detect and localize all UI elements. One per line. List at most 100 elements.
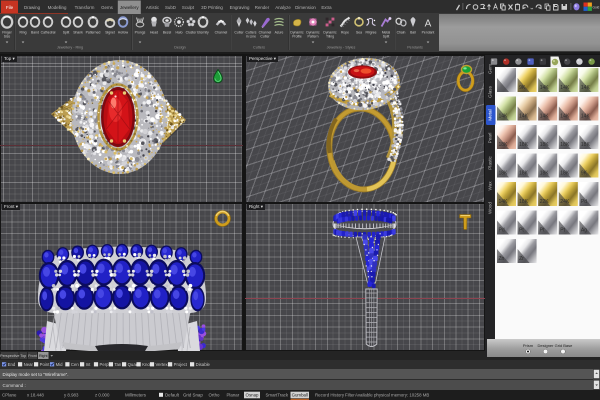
svg-text:Mid: Mid — [56, 362, 64, 367]
svg-text:Jewellery - Ring: Jewellery - Ring — [57, 46, 83, 50]
svg-text:Perp: Perp — [100, 362, 110, 367]
svg-text:14K: 14K — [499, 199, 509, 205]
svg-text:Analyze: Analyze — [275, 5, 291, 10]
svg-text:Patterned: Patterned — [86, 31, 101, 35]
svg-text:Vertex: Vertex — [156, 362, 169, 367]
svg-text:Gumball: Gumball — [292, 393, 308, 398]
svg-text:Chain: Chain — [397, 31, 406, 35]
svg-text:18K: 18K — [581, 142, 591, 148]
svg-text:Gold: Gold — [593, 6, 600, 10]
svg-text:9K: 9K — [581, 171, 588, 177]
svg-text:24K: 24K — [560, 199, 570, 205]
svg-text:Engraving: Engraving — [230, 5, 250, 10]
svg-text:Grid Base: Grid Base — [555, 343, 574, 348]
svg-text:CPlane: CPlane — [2, 393, 17, 398]
svg-text:SubD: SubD — [165, 5, 176, 10]
svg-text:Plastic: Plastic — [488, 156, 493, 170]
svg-text:z 0.000: z 0.000 — [95, 393, 110, 398]
svg-text:Dimension: Dimension — [295, 5, 316, 10]
svg-text:Jewellery - Styles: Jewellery - Styles — [327, 46, 356, 50]
svg-text:Gems: Gems — [101, 5, 114, 10]
svg-text:Design: Design — [174, 46, 185, 50]
svg-text:Extra: Extra — [321, 5, 332, 10]
svg-text:Front: Front — [28, 354, 37, 358]
svg-text:Cen: Cen — [71, 362, 79, 367]
svg-text:Cluster: Cluster — [186, 31, 198, 35]
svg-text:Prongs: Prongs — [135, 31, 146, 35]
svg-text:Glass: Glass — [488, 85, 493, 97]
svg-text:Split: Split — [63, 31, 70, 35]
svg-text:Bail: Bail — [410, 31, 416, 35]
svg-text:Cathedral: Cathedral — [41, 31, 56, 35]
svg-text:Filigree: Filigree — [365, 31, 376, 35]
svg-text:End: End — [8, 362, 16, 367]
svg-text:14K: 14K — [581, 85, 591, 91]
svg-text:Designer: Designer — [537, 343, 554, 348]
svg-text:Sea: Sea — [356, 31, 362, 35]
svg-text:Cutters: Cutters — [253, 46, 265, 50]
svg-text:Cutter: Cutter — [234, 31, 244, 35]
svg-text:Rope: Rope — [341, 31, 349, 35]
svg-text:Pt: Pt — [519, 228, 524, 234]
svg-text:Halo: Halo — [176, 31, 183, 35]
svg-text:x 18.448: x 18.448 — [27, 393, 44, 398]
svg-text:Signet: Signet — [105, 31, 115, 35]
svg-text:Perspective: Perspective — [0, 354, 19, 358]
svg-text:18K: 18K — [540, 171, 550, 177]
svg-text:Tiling: Tiling — [326, 35, 334, 39]
svg-text:Size: Size — [4, 35, 11, 39]
svg-text:Shank: Shank — [73, 31, 83, 35]
svg-text:Ag: Ag — [581, 228, 587, 234]
svg-text:18K: 18K — [540, 142, 550, 148]
svg-text:18K: 18K — [519, 142, 529, 148]
svg-text:9K: 9K — [519, 85, 526, 91]
svg-text:18K: 18K — [560, 171, 570, 177]
svg-text:Artistic: Artistic — [146, 5, 160, 10]
svg-text:Ortho: Ortho — [209, 393, 221, 398]
svg-text:14K: 14K — [560, 85, 570, 91]
svg-text:Display mode set to "Wireframe: Display mode set to "Wireframe". — [3, 372, 69, 377]
svg-text:Channel: Channel — [215, 31, 228, 35]
svg-text:Bezel: Bezel — [163, 31, 172, 35]
svg-text:Render: Render — [255, 5, 270, 10]
svg-text:Pendant: Pendant — [422, 31, 435, 35]
svg-text:Drawing: Drawing — [24, 5, 41, 10]
svg-text:22K: 22K — [540, 199, 550, 205]
svg-text:Record History: Record History — [315, 393, 345, 398]
svg-text:14K: 14K — [581, 114, 591, 120]
svg-text:18K: 18K — [560, 142, 570, 148]
svg-text:Available physical memory: 102: Available physical memory: 10258 MB — [355, 393, 429, 398]
svg-text:Head: Head — [150, 31, 158, 35]
svg-text:Sculpt: Sculpt — [182, 5, 195, 10]
svg-text:Pt: Pt — [560, 228, 565, 234]
svg-text:Prism: Prism — [523, 343, 534, 348]
svg-text:Transform: Transform — [75, 5, 95, 10]
svg-text:Pd: Pd — [581, 199, 587, 205]
svg-text:Right: Right — [39, 354, 48, 358]
svg-text:Grid Snap: Grid Snap — [183, 393, 203, 398]
svg-text:Pt: Pt — [540, 228, 545, 234]
svg-text:Point: Point — [40, 362, 51, 367]
svg-text:Eternity: Eternity — [197, 31, 209, 35]
svg-text:18K: 18K — [499, 171, 509, 177]
svg-text:Pendants: Pendants — [407, 46, 423, 50]
svg-text:Ring: Ring — [20, 31, 27, 35]
svg-text:A: A — [425, 19, 432, 30]
svg-text:Planar: Planar — [227, 393, 240, 398]
svg-text:Wax: Wax — [488, 181, 493, 191]
svg-text:Gem: Gem — [488, 64, 493, 74]
svg-text:Hollow: Hollow — [118, 31, 129, 35]
svg-text:Azure: Azure — [275, 31, 284, 35]
svg-text:Tan: Tan — [114, 362, 122, 367]
svg-text:Default: Default — [165, 393, 180, 398]
svg-text:18K: 18K — [499, 142, 509, 148]
svg-text:Split: Split — [383, 35, 390, 39]
svg-text:Metal: Metal — [488, 109, 493, 120]
svg-text:Disable: Disable — [196, 362, 211, 367]
svg-text:14K: 14K — [519, 114, 529, 120]
svg-text:Wood: Wood — [488, 202, 493, 214]
svg-text:3D Printing: 3D Printing — [201, 5, 223, 10]
svg-text:14K: 14K — [499, 114, 509, 120]
svg-text:Project: Project — [174, 362, 188, 367]
svg-text:Near: Near — [24, 362, 34, 367]
